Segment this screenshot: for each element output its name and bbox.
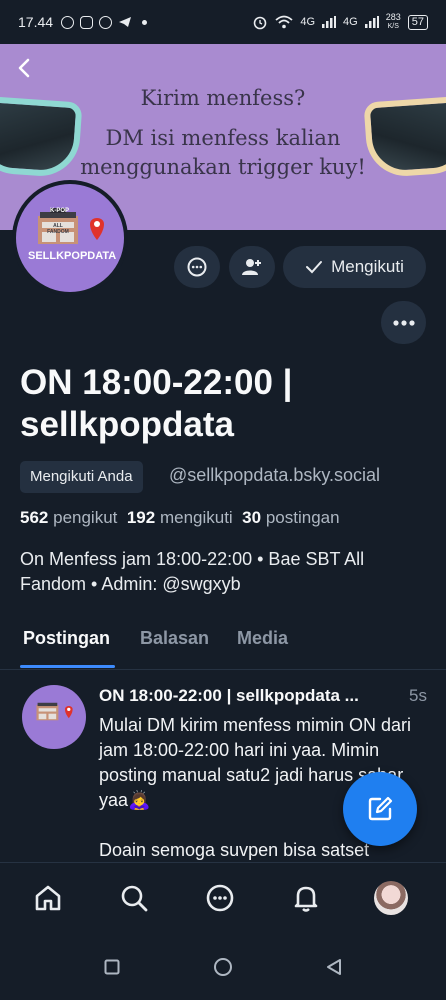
signal-icon [322,16,337,28]
battery-indicator: 57 [407,14,428,30]
posts-count: 30 [242,508,262,527]
compose-icon [368,796,393,821]
nav-profile-avatar[interactable] [374,881,408,915]
nav-notifications[interactable] [289,881,323,915]
more-notifications-dot-icon [142,19,148,25]
chat-bubble-icon [187,257,207,277]
profile-tabs: Postingan Balasan Media [0,620,446,670]
shop-logo-icon [31,702,77,731]
following-count: 192 [126,508,156,527]
following-button-label: Mengikuti [331,257,404,276]
post-timestamp: 5s [409,686,427,705]
profile-avatar[interactable]: K-POP ALL FANDOM SELLKPOPDATA [13,181,127,295]
avatar-label-mid: ALL FANDOM [47,223,69,235]
nav-search[interactable] [117,881,151,915]
following-stat[interactable]: 192 mengikuti [127,508,233,527]
profile-stats: 562 pengikut 192 mengikuti 30 postingan [20,508,340,528]
square-icon [104,959,120,975]
network-type-2: 4G [343,16,358,28]
home-icon [35,885,61,911]
following-button[interactable]: Mengikuti [283,246,426,288]
more-options-button[interactable] [381,301,426,344]
ellipsis-icon [392,319,415,326]
compose-post-button[interactable] [343,772,417,846]
system-navigation [0,934,446,1000]
tab-posts[interactable]: Postingan [23,628,110,649]
network-speed: 283 K/S [386,13,401,31]
network-speed-value: 283 [385,12,401,22]
following-label: mengikuti [159,508,233,527]
follows-you-badge: Mengikuti Anda [20,461,143,493]
circle-icon [214,958,232,976]
posts-label: postingan [265,508,340,527]
tab-replies[interactable]: Balasan [140,628,209,649]
chat-icon [206,884,234,912]
active-tab-indicator [20,665,115,668]
profile-display-name: ON 18:00-22:00 | sellkpopdata [20,363,293,444]
banner-text-title: Kirim menfess? [140,86,306,110]
recent-apps-button[interactable] [101,956,123,978]
back-button[interactable] [10,54,38,82]
avatar-label-name: SELLKPOPDATA [28,250,117,262]
checkmark-icon [306,261,323,274]
nav-chat[interactable] [203,881,237,915]
search-icon [121,885,148,912]
avatar-logo: K-POP ALL FANDOM SELLKPOPDATA [28,208,117,268]
nav-home[interactable] [31,881,65,915]
notification-b-icon [61,15,75,29]
tab-media[interactable]: Media [237,628,288,649]
post-author-avatar[interactable] [22,685,86,749]
post-header: ON 18:00-22:00 | sellkpopdata ... 5s [99,686,429,706]
status-bar: 17.44 4G 4G 283 K/S 57 [0,0,446,44]
telegram-icon [119,17,132,27]
signal-icon-2 [364,16,379,28]
wifi-icon [275,15,293,29]
followers-stat[interactable]: 562 pengikut [20,508,117,527]
home-system-button[interactable] [212,956,234,978]
bottom-navigation [0,862,446,934]
posts-stat: 30 postingan [242,508,339,527]
bell-icon [294,886,318,912]
network-type-1: 4G [300,16,316,28]
person-plus-icon [242,259,261,275]
alarm-icon [254,16,267,30]
message-icon [99,15,113,29]
post-author-name[interactable]: ON 18:00-22:00 | sellkpopdata ... [99,686,359,705]
chevron-left-icon [18,58,30,78]
network-speed-unit: K/S [387,23,399,30]
profile-bio: On Menfess jam 18:00-22:00 • Bae SBT All… [20,549,365,594]
profile-handle[interactable]: @sellkpopdata.bsky.social [169,465,380,486]
instagram-icon [80,15,94,29]
followers-label: pengikut [53,508,118,527]
add-user-button[interactable] [229,246,275,288]
status-time: 17.44 [18,14,54,30]
triangle-back-icon [327,959,341,975]
banner-text-body: DM isi menfess kalian menggunakan trigge… [80,126,366,179]
back-system-button[interactable] [323,956,345,978]
avatar-label-top: K-POP [50,208,70,214]
message-button[interactable] [174,246,220,288]
followers-count: 562 [20,508,49,527]
